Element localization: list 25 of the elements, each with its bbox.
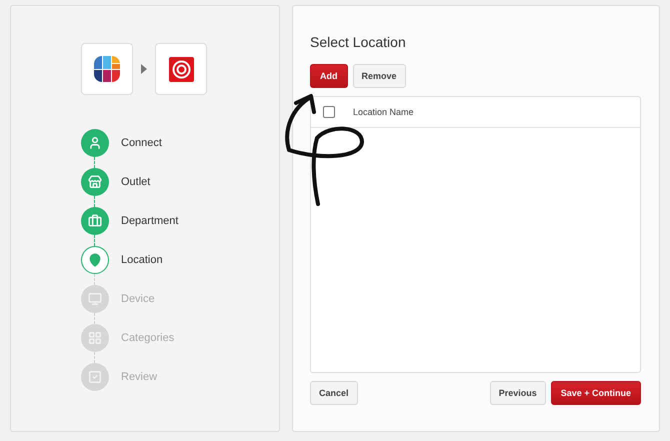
panel-title: Select Location: [310, 34, 407, 50]
grid-icon: [88, 331, 102, 345]
step-label: Location: [121, 254, 163, 266]
step-label: Device: [121, 293, 155, 305]
step-label: Review: [121, 371, 158, 383]
button[interactable]: Remove: [352, 64, 406, 88]
select-all-checkbox[interactable]: [323, 106, 335, 118]
logo-icon: [168, 56, 194, 82]
step-label: Department: [121, 215, 178, 227]
button[interactable]: Previous: [490, 381, 546, 405]
button[interactable]: Cancel: [310, 381, 358, 405]
step-label: Outlet: [121, 176, 150, 188]
monitor-icon: [88, 292, 102, 306]
step-label: Categories: [121, 332, 174, 344]
step-label: Connect: [121, 137, 162, 149]
primary-button[interactable]: Save + Continue: [550, 381, 641, 405]
checkbox-icon: [88, 370, 102, 384]
primary-button[interactable]: Add: [310, 64, 348, 88]
map-pin-icon: [88, 253, 102, 267]
caret-icon: [141, 64, 147, 74]
store-icon: [88, 175, 102, 189]
logo-icon: [94, 56, 120, 82]
column-header: Location Name: [353, 107, 414, 117]
person-icon: [88, 136, 102, 150]
briefcase-icon: [88, 214, 102, 228]
